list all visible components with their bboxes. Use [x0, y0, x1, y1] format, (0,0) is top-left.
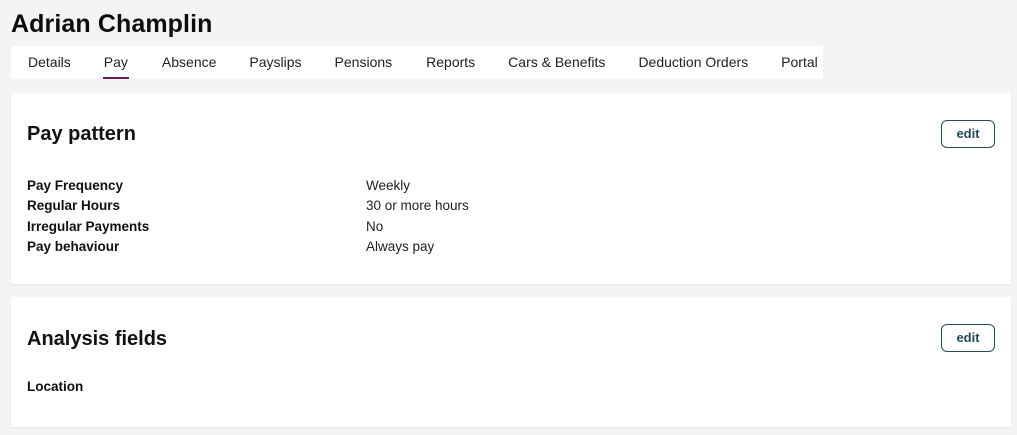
- analysis-fields-title: Analysis fields: [27, 328, 168, 350]
- tab-details[interactable]: Details: [28, 46, 71, 79]
- employee-pay-page: Adrian Champlin Details Pay Absence Pays…: [0, 0, 1017, 435]
- pay-pattern-edit-button[interactable]: edit: [941, 120, 995, 148]
- tab-cars-benefits[interactable]: Cars & Benefits: [508, 46, 605, 79]
- tab-payslips[interactable]: Payslips: [249, 46, 301, 79]
- field-label: Irregular Payments: [27, 218, 150, 234]
- tab-deduction-orders[interactable]: Deduction Orders: [638, 46, 748, 79]
- field-row-irregular-payments: Irregular Payments No: [27, 216, 977, 237]
- analysis-fields-edit-button[interactable]: edit: [941, 324, 995, 352]
- field-row-regular-hours: Regular Hours 30 or more hours: [27, 196, 977, 217]
- field-value: Weekly: [366, 177, 411, 193]
- tab-portal[interactable]: Portal: [781, 46, 818, 79]
- field-label: Pay Frequency: [27, 177, 124, 193]
- pay-pattern-card: Pay pattern edit Pay Frequency Weekly Re…: [11, 93, 1011, 284]
- field-label: Pay behaviour: [27, 239, 120, 255]
- tab-pensions[interactable]: Pensions: [335, 46, 393, 79]
- employee-tabs: Details Pay Absence Payslips Pensions Re…: [11, 46, 823, 79]
- tab-absence[interactable]: Absence: [162, 46, 216, 79]
- field-value: No: [366, 218, 384, 234]
- field-row-pay-behaviour: Pay behaviour Always pay: [27, 237, 977, 258]
- field-label: Regular Hours: [27, 198, 121, 214]
- analysis-fields-card: Analysis fields edit Location: [11, 297, 1011, 427]
- tab-pay[interactable]: Pay: [102, 46, 130, 79]
- field-value: Always pay: [366, 239, 435, 255]
- pay-pattern-fields: Pay Frequency Weekly Regular Hours 30 or…: [27, 175, 977, 257]
- field-label-location: Location: [27, 379, 84, 394]
- field-value: 30 or more hours: [366, 198, 469, 214]
- field-row-pay-frequency: Pay Frequency Weekly: [27, 175, 977, 196]
- tab-reports[interactable]: Reports: [426, 46, 475, 79]
- pay-pattern-title: Pay pattern: [27, 123, 136, 145]
- employee-name-heading: Adrian Champlin: [11, 10, 213, 38]
